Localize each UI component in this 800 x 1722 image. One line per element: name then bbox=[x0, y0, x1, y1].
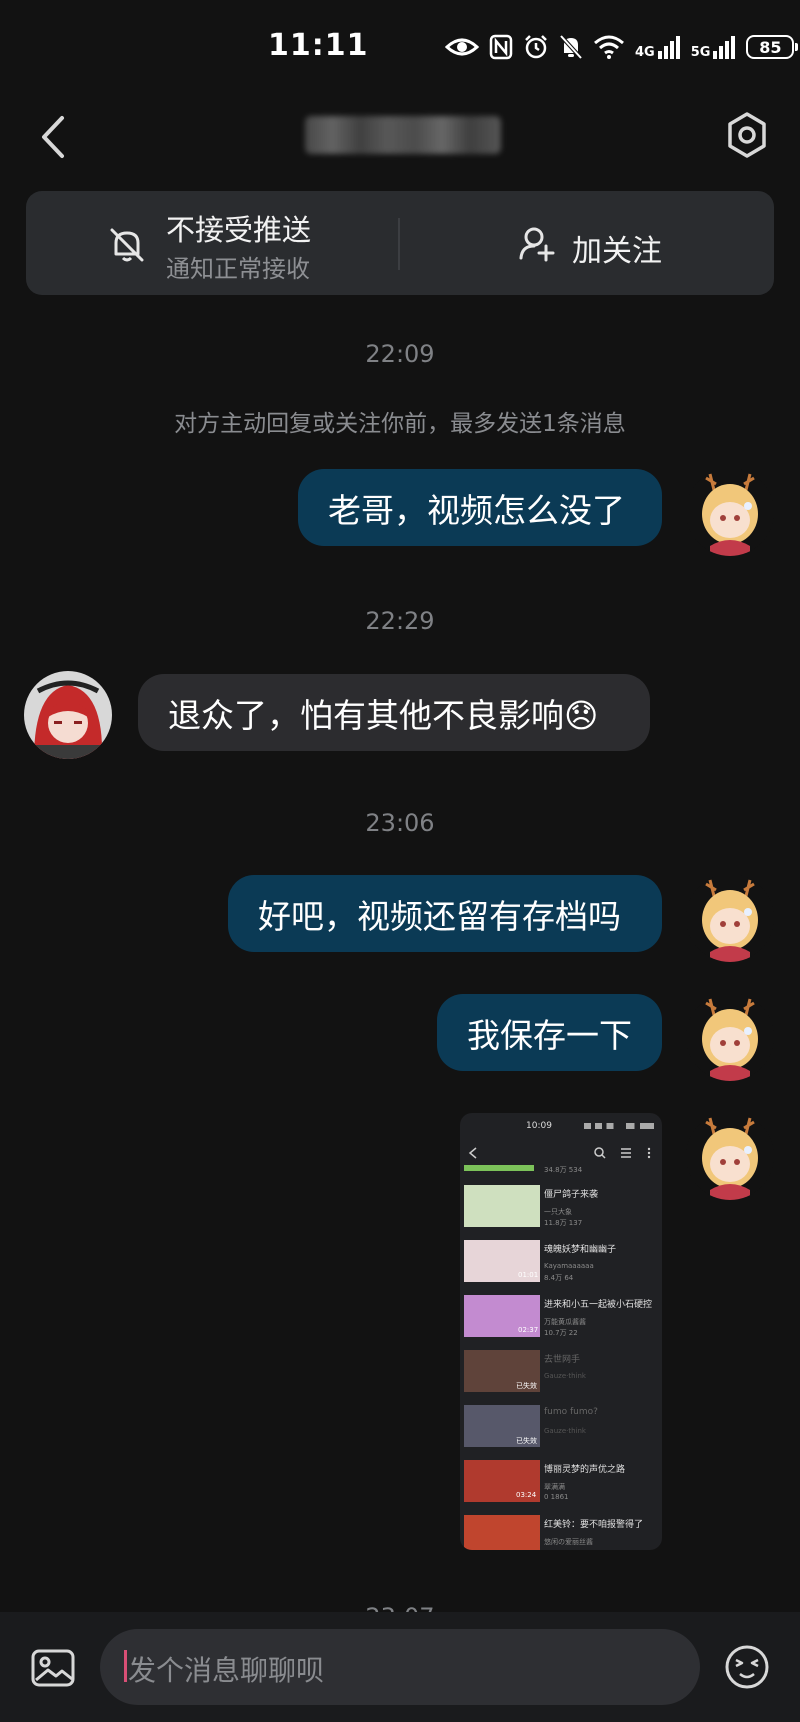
alarm-icon bbox=[525, 35, 547, 59]
wifi-icon bbox=[594, 35, 624, 59]
status-time: 11:11 bbox=[268, 28, 369, 63]
shot-search-icon bbox=[594, 1147, 606, 1159]
mute-push-subtitle: 通知正常接收 bbox=[166, 255, 310, 283]
shot-back-icon bbox=[468, 1147, 477, 1159]
shot-duration-5: 已失效 bbox=[516, 1437, 537, 1445]
back-arrow-icon[interactable] bbox=[36, 112, 72, 162]
shot-author-5: Gauze·think bbox=[544, 1427, 586, 1435]
shot-title-3: 进来和小五一起被小石硬控 bbox=[544, 1300, 653, 1310]
add-follow-icon[interactable] bbox=[518, 224, 556, 262]
their-avatar-image bbox=[24, 671, 112, 759]
shot-top-counts: 34.8万 534 bbox=[544, 1166, 583, 1174]
timestamp: 23:06 bbox=[365, 809, 435, 837]
text-cursor bbox=[124, 1650, 127, 1682]
shot-author-1: 一只大象 bbox=[544, 1208, 572, 1216]
shot-duration-4: 已失效 bbox=[516, 1382, 537, 1390]
timestamp: 22:29 bbox=[365, 607, 435, 635]
shot-author-6: 翠满满 bbox=[544, 1483, 565, 1491]
shot-author-4: Gauze·think bbox=[544, 1372, 586, 1380]
shot-author-2: Kayamaaaaaa bbox=[544, 1262, 594, 1270]
my-avatar-image bbox=[686, 468, 774, 556]
shot-stats-6: 0 1861 bbox=[544, 1493, 569, 1501]
shared-screenshot-image[interactable]: 10:09 34.8万 534 僵尸鸽子来袭 一只大象 11.8万 137 01… bbox=[460, 1113, 662, 1550]
my-avatar[interactable] bbox=[686, 993, 774, 1081]
shot-duration-2: 01:01 bbox=[518, 1271, 539, 1279]
emoji-icon[interactable] bbox=[724, 1644, 770, 1690]
my-avatar-image bbox=[686, 1112, 774, 1200]
shot-stats-3: 10.7万 22 bbox=[544, 1329, 578, 1337]
status-icons: 4G 5G 85 bbox=[445, 30, 799, 64]
shot-duration-3: 02:37 bbox=[518, 1326, 539, 1334]
eye-icon bbox=[445, 38, 479, 56]
signal-5g-icon bbox=[713, 36, 736, 59]
shot-author-3: 万能黄瓜酱酱 bbox=[544, 1318, 586, 1326]
page-title-blurred bbox=[305, 116, 501, 154]
mute-push-title[interactable]: 不接受推送 bbox=[166, 207, 311, 249]
settings-hexagon-icon[interactable] bbox=[724, 110, 770, 160]
shot-duration-6: 03:24 bbox=[516, 1491, 537, 1499]
my-avatar[interactable] bbox=[686, 1112, 774, 1200]
their-avatar[interactable] bbox=[24, 671, 112, 759]
shot-top-thumb bbox=[464, 1165, 534, 1171]
nfc-icon bbox=[489, 34, 513, 60]
shot-title-6: 博丽灵梦的声优之路 bbox=[544, 1465, 626, 1475]
shot-title-4: 去世网手 bbox=[544, 1355, 581, 1365]
message-limit-notice: 对方主动回复或关注你前，最多发送1条消息 bbox=[174, 411, 626, 437]
notify-divider bbox=[398, 218, 400, 270]
net-5g-label: 5G bbox=[690, 45, 711, 60]
shot-author-7: 悠闲の爱丽丝酱 bbox=[544, 1538, 593, 1546]
shot-thumb-1 bbox=[464, 1185, 540, 1227]
shot-title-5: fumo fumo? bbox=[544, 1407, 598, 1417]
follow-button[interactable]: 加关注 bbox=[572, 226, 662, 270]
my-avatar[interactable] bbox=[686, 874, 774, 962]
shot-title-1: 僵尸鸽子来袭 bbox=[544, 1190, 599, 1200]
shot-status-icons bbox=[584, 1123, 654, 1129]
message-input-placeholder: 发个消息聊聊呗 bbox=[128, 1654, 325, 1687]
battery-indicator: 85 bbox=[746, 35, 799, 59]
image-picker-icon[interactable] bbox=[30, 1648, 76, 1688]
timestamp: 22:09 bbox=[365, 340, 435, 368]
their-message-bubble[interactable]: 退众了，怕有其他不良影响😞 bbox=[138, 674, 650, 751]
net-4g-label: 4G bbox=[635, 45, 655, 60]
shot-stats-2: 8.4万 64 bbox=[544, 1274, 574, 1282]
signal-4g-icon bbox=[657, 36, 680, 59]
my-avatar-image bbox=[686, 874, 774, 962]
shot-status-time: 10:09 bbox=[526, 1121, 552, 1131]
my-message-bubble[interactable]: 好吧，视频还留有存档吗 bbox=[228, 875, 662, 952]
shot-title-2: 魂魄妖梦和幽幽子 bbox=[544, 1245, 617, 1255]
shot-title-7: 红美铃：要不咱报警得了 bbox=[544, 1520, 644, 1530]
mute-bell-icon bbox=[559, 34, 583, 60]
shot-more-icon bbox=[647, 1147, 651, 1159]
bell-off-icon[interactable] bbox=[108, 226, 146, 264]
shot-list-icon bbox=[621, 1148, 631, 1158]
my-message-bubble[interactable]: 我保存一下 bbox=[437, 994, 662, 1071]
shot-thumb-7 bbox=[464, 1515, 540, 1550]
my-avatar[interactable] bbox=[686, 468, 774, 556]
my-message-bubble[interactable]: 老哥，视频怎么没了 bbox=[298, 469, 662, 546]
shot-stats-1: 11.8万 137 bbox=[544, 1219, 583, 1227]
my-avatar-image bbox=[686, 993, 774, 1081]
